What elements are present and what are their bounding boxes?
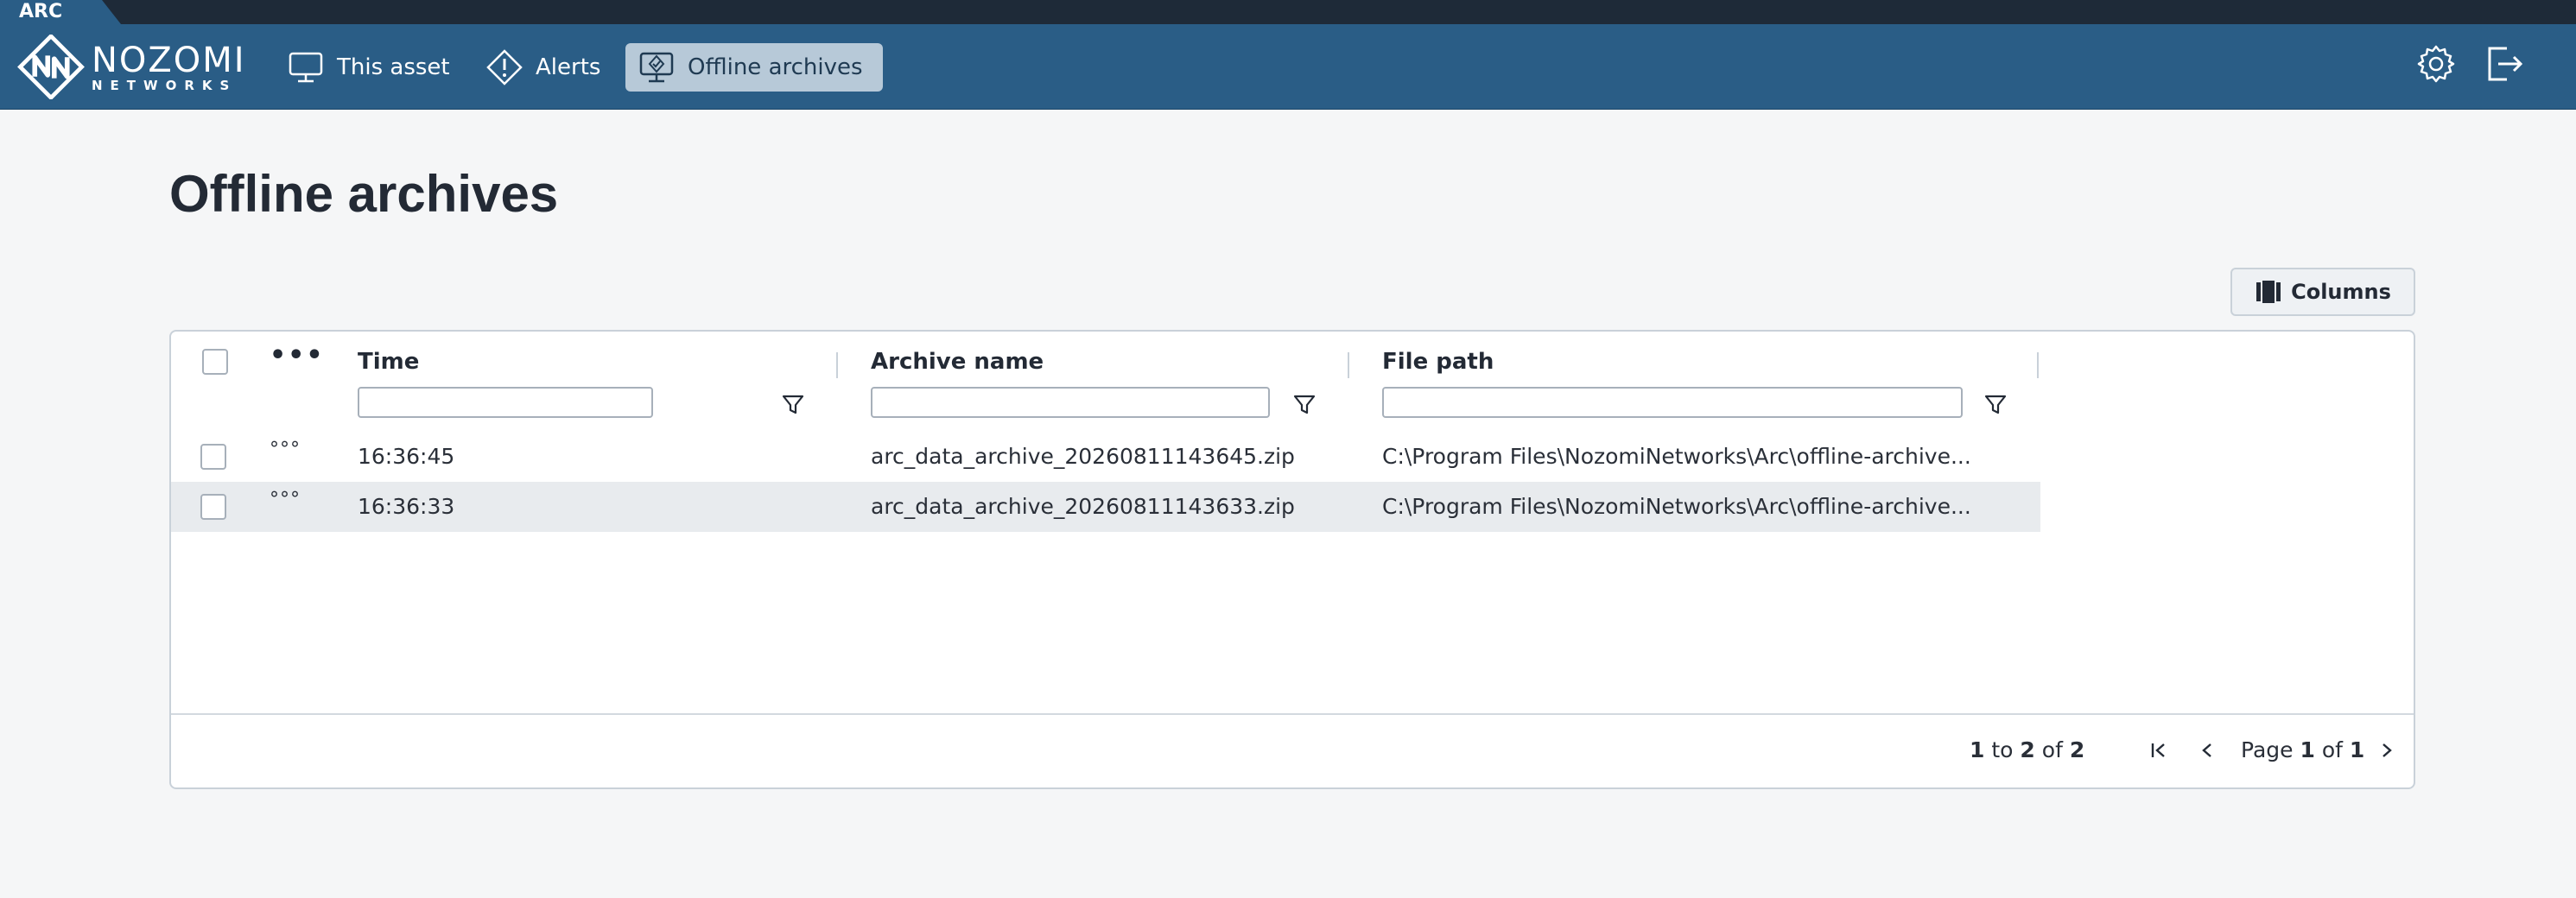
nozomi-logo-icon — [17, 35, 85, 99]
navbar: NOZOMI NETWORKS This asset Alerts Offlin… — [0, 24, 2576, 110]
cell-archive-name: arc_data_archive_20260811143645.zip — [871, 444, 1295, 469]
nav-this-asset[interactable]: This asset — [275, 43, 462, 92]
next-page-icon[interactable] — [2374, 737, 2400, 763]
alert-diamond-icon — [486, 49, 523, 85]
top-strip — [0, 0, 2576, 24]
row-checkbox[interactable] — [200, 494, 226, 520]
file-path-filter-input[interactable] — [1382, 387, 1963, 418]
nav-alerts[interactable]: Alerts — [473, 43, 612, 92]
row-checkbox[interactable] — [200, 444, 226, 470]
table-row[interactable]: °°° 16:36:33 arc_data_archive_2026081114… — [171, 482, 2040, 532]
gear-icon[interactable] — [2415, 43, 2457, 85]
footer-divider — [171, 713, 2414, 715]
app-tab[interactable]: ARC — [0, 0, 121, 24]
archives-table: ••• Time Archive name File path °°° 16:3… — [169, 330, 2415, 789]
brand-subname: NETWORKS — [92, 77, 238, 93]
nav-this-asset-label: This asset — [337, 54, 450, 80]
previous-page-icon[interactable] — [2194, 737, 2220, 763]
nozomi-logo[interactable]: NOZOMI NETWORKS — [17, 35, 259, 99]
columns-label: Columns — [2291, 280, 2391, 304]
row-menu-icon[interactable]: °°° — [270, 439, 301, 460]
row-menu-icon[interactable]: °°° — [270, 489, 301, 510]
columns-icon — [2256, 281, 2281, 303]
row-count-summary: 1 to 2 of 2 — [1970, 737, 2085, 762]
nav-offline-archives[interactable]: Offline archives — [625, 43, 883, 92]
nav-offline-archives-label: Offline archives — [688, 54, 863, 80]
column-header-file-path[interactable]: File path — [1382, 349, 1494, 375]
nav-alerts-label: Alerts — [536, 54, 601, 80]
column-resizer[interactable] — [836, 352, 838, 378]
archive-name-filter-input[interactable] — [871, 387, 1270, 418]
header-menu-icon[interactable]: ••• — [270, 340, 325, 370]
filter-icon[interactable] — [1292, 392, 1317, 416]
brand-name: NOZOMI — [92, 40, 246, 80]
logout-icon[interactable] — [2483, 43, 2524, 85]
page-indicator: Page 1 of 1 — [2241, 737, 2365, 762]
column-header-archive-name[interactable]: Archive name — [871, 349, 1044, 375]
monitor-icon — [289, 52, 323, 83]
first-page-icon[interactable] — [2146, 737, 2172, 763]
cell-time: 16:36:45 — [358, 444, 455, 469]
columns-button[interactable]: Columns — [2230, 268, 2415, 316]
column-header-time[interactable]: Time — [358, 349, 419, 375]
page-title: Offline archives — [169, 165, 559, 223]
filter-icon[interactable] — [1983, 392, 2008, 416]
column-resizer[interactable] — [2037, 352, 2039, 378]
time-filter-input[interactable] — [358, 387, 653, 418]
column-resizer[interactable] — [1348, 352, 1349, 378]
filter-icon[interactable] — [781, 392, 805, 416]
cell-file-path: C:\Program Files\NozomiNetworks\Arc\offl… — [1382, 444, 1971, 469]
cell-file-path: C:\Program Files\NozomiNetworks\Arc\offl… — [1382, 494, 1971, 519]
table-row[interactable]: °°° 16:36:45 arc_data_archive_2026081114… — [171, 432, 2040, 482]
cell-time: 16:36:33 — [358, 494, 455, 519]
archive-monitor-icon — [639, 52, 674, 83]
cell-archive-name: arc_data_archive_20260811143633.zip — [871, 494, 1295, 519]
select-all-checkbox[interactable] — [202, 349, 228, 375]
